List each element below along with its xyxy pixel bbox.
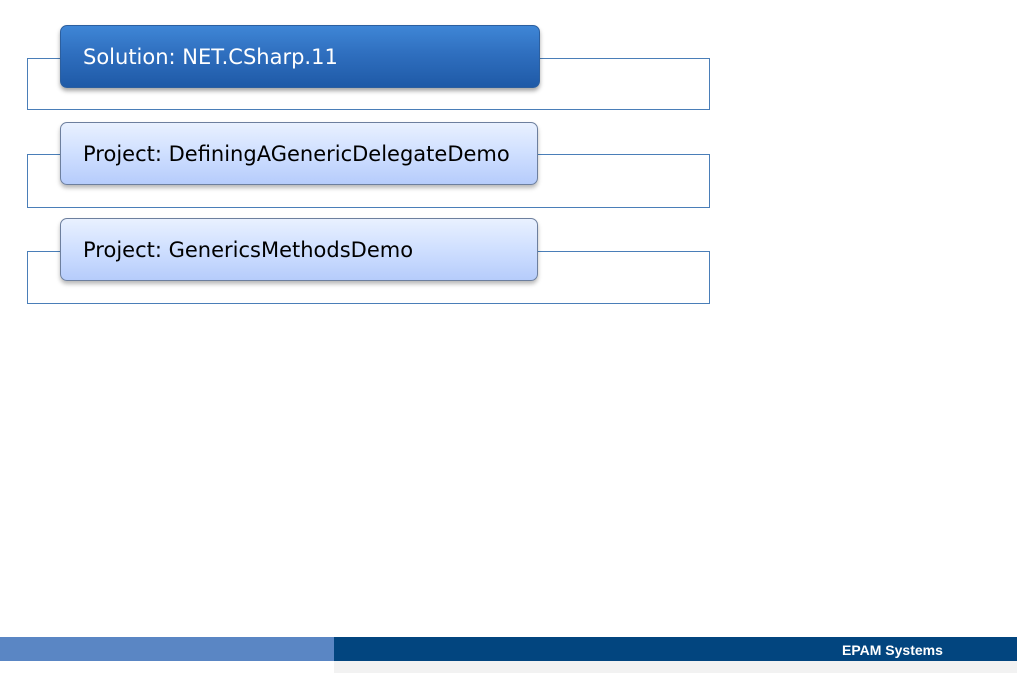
project-label: Project: GenericsMethodsDemo — [83, 237, 414, 262]
footer-underline — [334, 661, 1017, 673]
project-item-generics-methods[interactable]: Project: GenericsMethodsDemo — [60, 218, 538, 281]
solution-label: Solution: NET.CSharp.11 — [83, 44, 338, 69]
solution-item[interactable]: Solution: NET.CSharp.11 — [60, 25, 540, 88]
footer-brand: EPAM Systems — [842, 642, 943, 658]
footer-bar-left — [0, 637, 334, 661]
project-label: Project: DefiningAGenericDelegateDemo — [83, 141, 510, 166]
project-item-defining-generic-delegate[interactable]: Project: DefiningAGenericDelegateDemo — [60, 122, 538, 185]
